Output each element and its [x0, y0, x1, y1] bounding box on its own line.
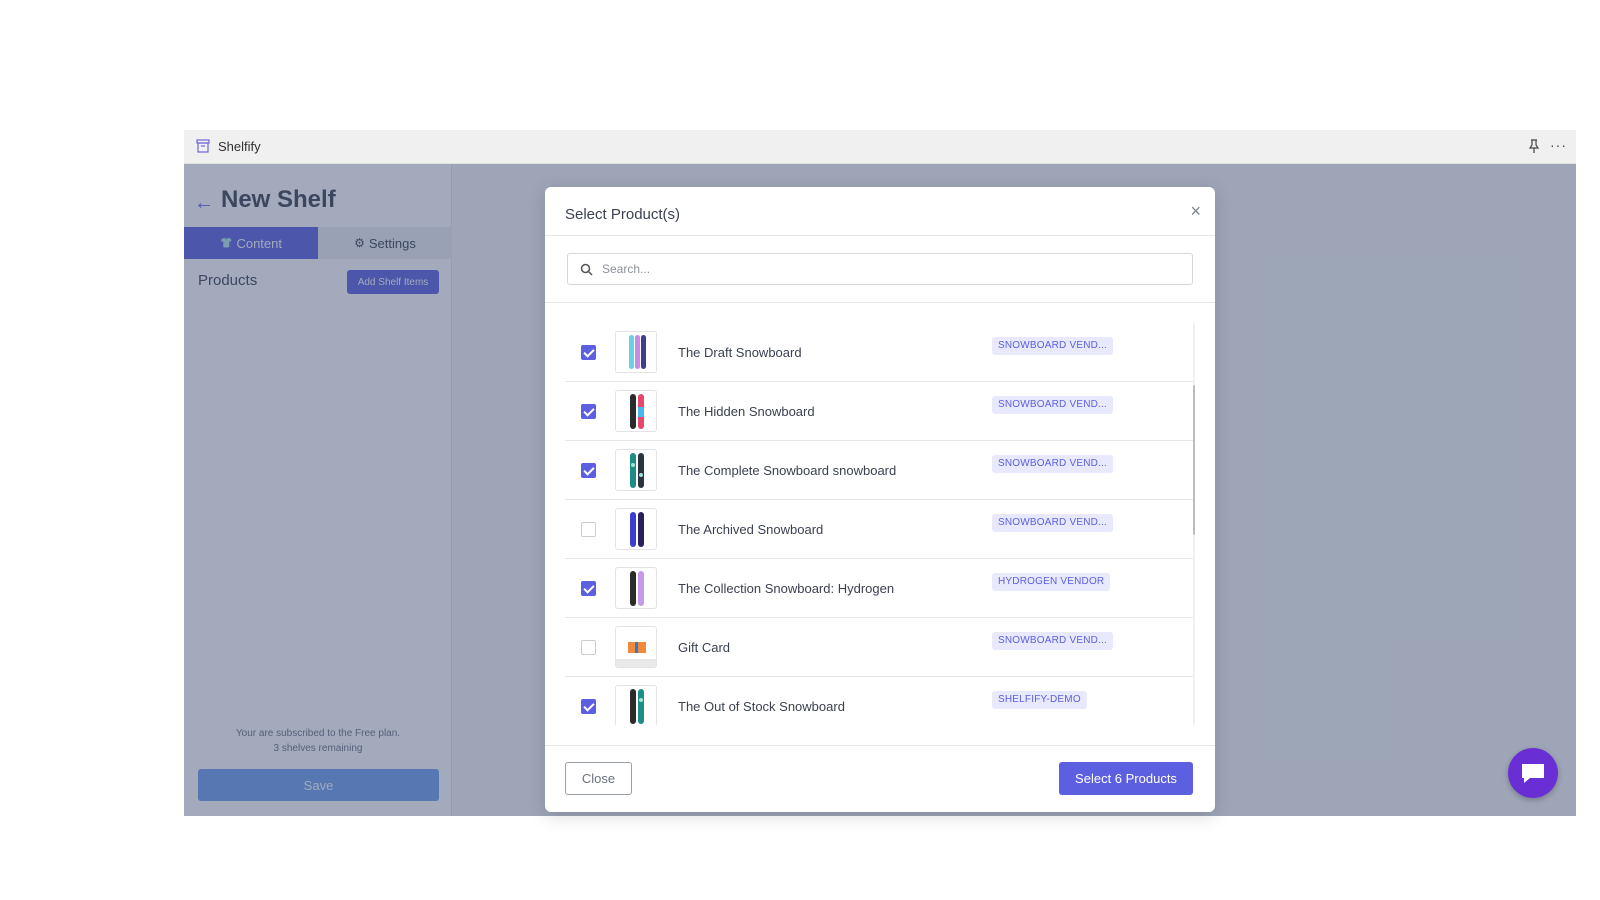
- product-row[interactable]: The Archived Snowboard SNOWBOARD VEND...: [565, 500, 1193, 559]
- titlebar: Shelfify ···: [184, 130, 1576, 164]
- product-checkbox[interactable]: [581, 345, 596, 360]
- product-name: The Hidden Snowboard: [678, 404, 815, 419]
- modal-footer: Close Select 6 Products: [545, 745, 1215, 812]
- modal-title: Select Product(s): [565, 206, 681, 223]
- product-thumbnail: [615, 390, 657, 432]
- product-name: The Archived Snowboard: [678, 522, 824, 537]
- select-products-modal: Select Product(s) × The Draft Snowboard …: [545, 187, 1215, 812]
- product-checkbox[interactable]: [581, 522, 596, 537]
- vendor-badge: SHELFIFY-DEMO: [992, 691, 1087, 709]
- chat-bubble-icon: [1522, 764, 1544, 783]
- product-thumbnail: [615, 685, 657, 725]
- product-thumbnail: [615, 331, 657, 373]
- scrollbar-thumb[interactable]: [1193, 385, 1195, 535]
- search-input[interactable]: [602, 260, 1182, 278]
- product-name: Gift Card: [678, 640, 731, 655]
- product-name: The Out of Stock Snowboard: [678, 699, 845, 714]
- product-list: The Draft Snowboard SNOWBOARD VEND... Th…: [565, 323, 1195, 725]
- product-thumbnail: [615, 567, 657, 609]
- product-checkbox[interactable]: [581, 640, 596, 655]
- product-row[interactable]: The Complete Snowboard snowboard SNOWBOA…: [565, 441, 1193, 500]
- modal-header: Select Product(s) ×: [545, 187, 1215, 236]
- product-checkbox[interactable]: [581, 463, 596, 478]
- search-box[interactable]: [567, 253, 1193, 285]
- product-checkbox[interactable]: [581, 404, 596, 419]
- chat-launcher-button[interactable]: [1508, 748, 1558, 798]
- product-name: The Collection Snowboard: Hydrogen: [678, 581, 895, 596]
- pin-icon[interactable]: [1526, 138, 1542, 154]
- vendor-badge: HYDROGEN VENDOR: [992, 573, 1111, 591]
- product-row[interactable]: Gift Card SNOWBOARD VEND...: [565, 618, 1193, 677]
- search-icon: [580, 263, 593, 276]
- product-thumbnail: [615, 626, 657, 668]
- product-row[interactable]: The Draft Snowboard SNOWBOARD VEND...: [565, 323, 1193, 382]
- product-name: The Draft Snowboard: [678, 345, 802, 360]
- product-row[interactable]: The Collection Snowboard: Hydrogen HYDRO…: [565, 559, 1193, 618]
- product-row[interactable]: The Out of Stock Snowboard SHELFIFY-DEMO: [565, 677, 1193, 725]
- vendor-badge: SNOWBOARD VEND...: [992, 632, 1113, 650]
- vendor-badge: SNOWBOARD VEND...: [992, 337, 1113, 355]
- select-products-button[interactable]: Select 6 Products: [1059, 762, 1193, 795]
- product-checkbox[interactable]: [581, 581, 596, 596]
- vendor-badge: SNOWBOARD VEND...: [992, 455, 1113, 473]
- product-thumbnail: [615, 508, 657, 550]
- product-thumbnail: [615, 449, 657, 491]
- close-icon[interactable]: ×: [1190, 202, 1201, 220]
- vendor-badge: SNOWBOARD VEND...: [992, 514, 1113, 532]
- product-checkbox[interactable]: [581, 699, 596, 714]
- product-name: The Complete Snowboard snowboard: [678, 463, 897, 478]
- product-row[interactable]: The Hidden Snowboard SNOWBOARD VEND...: [565, 382, 1193, 441]
- more-horizontal-icon[interactable]: ···: [1550, 138, 1568, 154]
- search-area: [545, 236, 1215, 303]
- vendor-badge: SNOWBOARD VEND...: [992, 396, 1113, 414]
- app-name: Shelfify: [218, 139, 261, 154]
- close-button[interactable]: Close: [565, 762, 632, 795]
- archive-box-icon: [196, 139, 210, 153]
